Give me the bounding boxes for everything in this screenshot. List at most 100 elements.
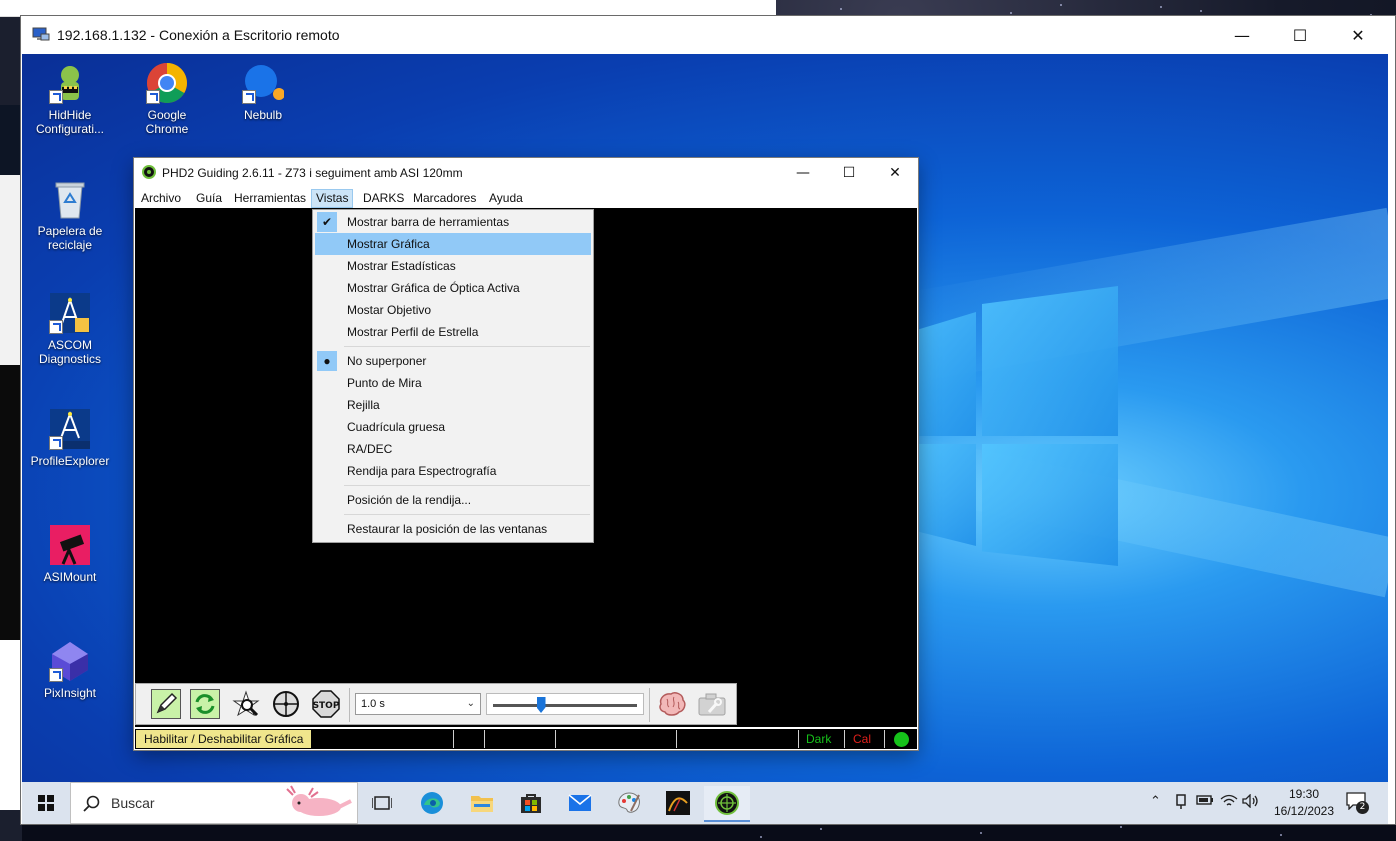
menu-vistas[interactable]: Vistas bbox=[311, 189, 354, 208]
slider-thumb[interactable] bbox=[536, 697, 546, 713]
menu-item-coarse-grid[interactable]: Cuadrícula gruesa bbox=[315, 416, 591, 438]
gamma-slider[interactable] bbox=[486, 693, 644, 715]
phd2-maximize-button[interactable]: ☐ bbox=[826, 158, 872, 188]
desktop-icon-profile-explorer[interactable]: ProfileExplorer bbox=[29, 408, 111, 468]
menu-item-no-overlay[interactable]: ● No superponer bbox=[315, 350, 591, 372]
nebulb-icon bbox=[242, 62, 285, 104]
rdp-titlebar[interactable]: 192.168.1.132 - Conexión a Escritorio re… bbox=[21, 16, 1395, 54]
background-star bbox=[980, 832, 982, 834]
stop-button[interactable]: STOP bbox=[311, 689, 341, 719]
taskbar-edge[interactable] bbox=[409, 786, 455, 820]
menu-herramientas[interactable]: Herramientas bbox=[230, 190, 310, 207]
phd2-titlebar[interactable]: PHD2 Guiding 2.6.11 - Z73 i seguiment am… bbox=[134, 158, 918, 188]
menu-item-show-toolbar[interactable]: ✔ Mostrar barra de herramientas bbox=[315, 211, 591, 233]
rdp-close-button[interactable]: ✕ bbox=[1329, 16, 1387, 54]
desktop-icon-ascom-diagnostics[interactable]: ASCOM Diagnostics bbox=[29, 292, 111, 366]
menu-item-show-graph[interactable]: Mostrar Gráfica bbox=[315, 233, 591, 255]
taskbar-phd2[interactable] bbox=[704, 786, 750, 822]
rdp-maximize-button[interactable]: ☐ bbox=[1271, 16, 1329, 54]
menu-separator bbox=[344, 514, 590, 515]
edge-icon bbox=[421, 792, 443, 814]
phd2-close-button[interactable]: ✕ bbox=[872, 158, 918, 188]
menu-ayuda[interactable]: Ayuda bbox=[485, 190, 527, 207]
remote-desktop-icon bbox=[32, 27, 50, 41]
taskbar-paint[interactable] bbox=[606, 786, 652, 820]
camera-wrench-icon bbox=[698, 693, 726, 716]
desktop-icon-chrome[interactable]: Google Chrome bbox=[126, 62, 208, 136]
remote-desktop[interactable]: HidHide Configurati... Google Chrome Neb… bbox=[22, 54, 1388, 782]
phd2-taskbar-icon bbox=[715, 791, 739, 815]
recycle-bin-icon bbox=[49, 178, 91, 220]
status-divider bbox=[884, 730, 885, 748]
taskbar-file-explorer[interactable] bbox=[459, 786, 505, 820]
start-button[interactable] bbox=[22, 782, 70, 824]
tray-battery-icon[interactable] bbox=[1196, 794, 1214, 810]
vistas-dropdown-menu: ✔ Mostrar barra de herramientas Mostrar … bbox=[312, 209, 594, 543]
desktop-icon-pixinsight[interactable]: PixInsight bbox=[29, 640, 111, 700]
rdp-minimize-button[interactable]: — bbox=[1213, 16, 1271, 54]
loop-button[interactable] bbox=[190, 689, 220, 719]
menu-item-restore-window-positions[interactable]: Restaurar la posición de las ventanas bbox=[315, 518, 591, 540]
clock-time: 19:30 bbox=[1288, 787, 1320, 801]
desktop-icon-hidhide[interactable]: HidHide Configurati... bbox=[29, 62, 111, 136]
menu-item-show-stats[interactable]: Mostrar Estadísticas bbox=[315, 255, 591, 277]
taskbar-search-box[interactable]: Buscar bbox=[70, 782, 358, 824]
usb-device-icon bbox=[1176, 794, 1186, 809]
desktop-icon-label: PixInsight bbox=[43, 686, 97, 700]
menu-item-slit-position[interactable]: Posición de la rendija... bbox=[315, 489, 591, 511]
phd2-menubar: Archivo Guía Herramientas Vistas DARKS M… bbox=[134, 188, 918, 208]
loop-icon bbox=[195, 694, 215, 714]
menu-darks[interactable]: DARKS bbox=[359, 190, 408, 207]
menu-guia[interactable]: Guía bbox=[192, 190, 226, 207]
desktop-icon-label: ASCOM Diagnostics bbox=[38, 338, 102, 366]
menu-item-fine-grid[interactable]: Rejilla bbox=[315, 394, 591, 416]
desktop-icon-label: Papelera de reciclaje bbox=[37, 224, 103, 252]
exposure-duration-value: 1.0 s bbox=[361, 698, 385, 710]
tray-wifi-icon[interactable] bbox=[1220, 794, 1238, 812]
search-highlight-axolotl-icon bbox=[286, 785, 352, 816]
taskbar-astro-app[interactable] bbox=[655, 786, 701, 820]
calibrate-target-button[interactable] bbox=[271, 689, 301, 719]
auto-select-star-button[interactable] bbox=[231, 689, 261, 719]
taskbar-clock[interactable]: 19:30 16/12/2023 bbox=[1270, 786, 1338, 820]
star-magnifier-icon bbox=[232, 690, 260, 717]
phd2-statusbar: Habilitar / Deshabilitar Gráfica Dark Ca… bbox=[135, 729, 917, 749]
menu-item-bullseye[interactable]: Punto de Mira bbox=[315, 372, 591, 394]
desktop-icon-recycle-bin[interactable]: Papelera de reciclaje bbox=[29, 178, 111, 252]
desktop-icon-label: ProfileExplorer bbox=[30, 454, 110, 468]
background-star bbox=[1160, 6, 1162, 8]
brain-advanced-settings-button[interactable] bbox=[657, 689, 687, 719]
tray-volume-icon[interactable] bbox=[1242, 793, 1260, 812]
menu-item-ra-dec[interactable]: RA/DEC bbox=[315, 438, 591, 460]
menu-separator bbox=[344, 485, 590, 486]
menu-item-spectrograph-slit[interactable]: Rendija para Espectrografía bbox=[315, 460, 591, 482]
camera-settings-button[interactable] bbox=[697, 689, 727, 719]
tray-device-icon[interactable] bbox=[1174, 794, 1188, 814]
toolbar-separator bbox=[649, 688, 650, 722]
clock-date: 16/12/2023 bbox=[1273, 804, 1335, 818]
task-view-button[interactable] bbox=[359, 786, 405, 820]
menu-archivo[interactable]: Archivo bbox=[137, 190, 185, 207]
desktop-icon-nebulb[interactable]: Nebulb bbox=[222, 62, 304, 122]
menu-marcadores[interactable]: Marcadores bbox=[409, 190, 480, 207]
phd2-title: PHD2 Guiding 2.6.11 - Z73 i seguiment am… bbox=[162, 166, 463, 180]
crosshair-icon bbox=[273, 691, 299, 717]
store-icon bbox=[521, 794, 541, 813]
phd2-minimize-button[interactable]: — bbox=[780, 158, 826, 188]
status-divider bbox=[555, 730, 556, 748]
taskbar-store[interactable] bbox=[508, 786, 554, 820]
exposure-duration-select[interactable]: 1.0 s ⌄ bbox=[355, 693, 481, 715]
taskbar-mail[interactable] bbox=[557, 786, 603, 820]
menu-item-show-ao-graph[interactable]: Mostrar Gráfica de Óptica Activa bbox=[315, 277, 591, 299]
notification-count-badge: 2 bbox=[1356, 801, 1369, 814]
menu-item-show-star-profile[interactable]: Mostrar Perfil de Estrella bbox=[315, 321, 591, 343]
folder-icon bbox=[471, 796, 493, 812]
taskbar: Buscar ⌃ 19:30 16/12/2023 2 bbox=[22, 782, 1388, 824]
tray-overflow-chevron-icon[interactable]: ⌃ bbox=[1150, 794, 1161, 809]
desktop-icon-asimount[interactable]: ASIMount bbox=[29, 524, 111, 584]
paint-palette-icon bbox=[618, 792, 640, 813]
phd2-toolbar: STOP 1.0 s ⌄ bbox=[135, 682, 917, 727]
notification-center-button[interactable]: 2 bbox=[1346, 792, 1370, 814]
guide-button[interactable] bbox=[151, 689, 181, 719]
menu-item-show-target[interactable]: Mostar Objetivo bbox=[315, 299, 591, 321]
